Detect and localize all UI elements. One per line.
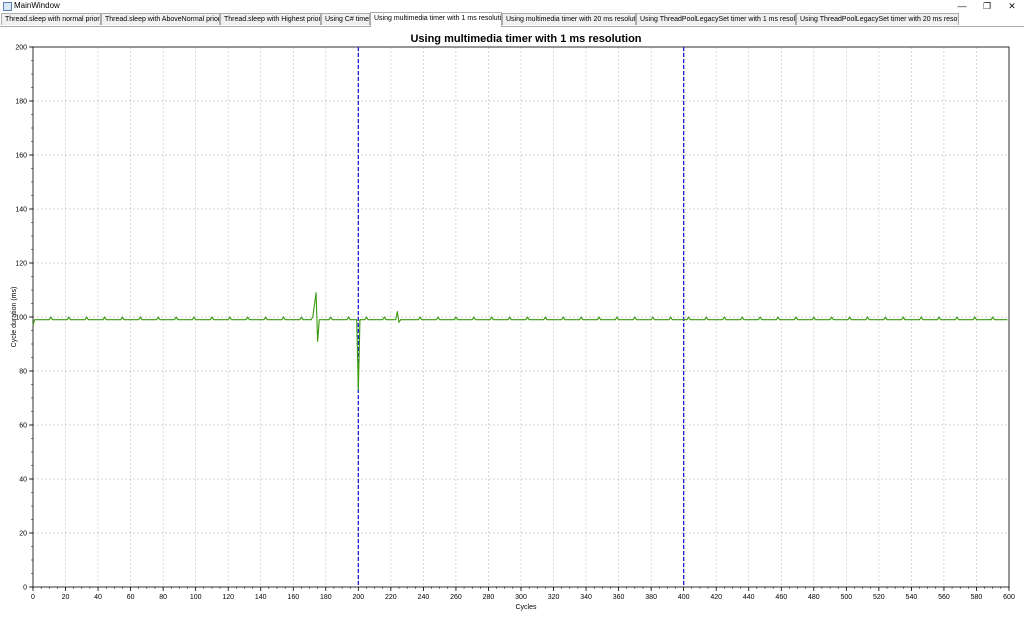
x-tick-label: 340 — [580, 594, 592, 601]
axes — [29, 46, 1010, 591]
maximize-icon[interactable]: ❐ — [975, 0, 999, 12]
x-tick-label: 100 — [190, 594, 202, 601]
x-tick-label: 0 — [31, 594, 35, 601]
series-line — [32, 292, 1008, 391]
series-group — [32, 292, 1008, 391]
x-tick-label: 200 — [352, 594, 364, 601]
line-chart[interactable]: Using multimedia timer with 1 ms resolut… — [0, 27, 1024, 618]
y-tick-label: 20 — [19, 531, 27, 538]
y-tick-label: 120 — [15, 261, 27, 268]
x-tick-label: 160 — [287, 594, 299, 601]
y-axis-label: Cycle duration (ms) — [11, 287, 18, 348]
x-tick-label: 520 — [873, 594, 885, 601]
x-tick-labels: 0 20 40 60 80 100 120 140 160 180 200 220 240 260 280 3… — [31, 594, 1015, 601]
tab-strip: Thread.sleep with normal priority Thread… — [0, 12, 1024, 27]
y-tick-label: 80 — [19, 369, 27, 376]
tab-multimedia-1ms[interactable]: Using multimedia timer with 1 ms resolut… — [370, 12, 502, 27]
y-tick-label: 160 — [15, 153, 27, 160]
grid-lines — [33, 46, 1010, 587]
x-axis-label: Cycles — [515, 604, 537, 611]
x-tick-label: 260 — [450, 594, 462, 601]
tab-thread-sleep-normal[interactable]: Thread.sleep with normal priority — [1, 13, 101, 25]
x-tick-label: 120 — [222, 594, 234, 601]
x-tick-label: 140 — [255, 594, 267, 601]
x-tick-label: 180 — [320, 594, 332, 601]
y-tick-label: 40 — [19, 477, 27, 484]
minimize-icon[interactable]: — — [950, 0, 974, 12]
tab-threadpool-20ms[interactable]: Using ThreadPoolLegacySet timer with 20 … — [796, 13, 959, 25]
chart-area: Using multimedia timer with 1 ms resolut… — [0, 27, 1024, 618]
x-tick-label: 380 — [645, 594, 657, 601]
x-tick-label: 60 — [127, 594, 135, 601]
x-tick-label: 500 — [840, 594, 852, 601]
chart-title: Using multimedia timer with 1 ms resolut… — [410, 33, 641, 45]
y-tick-label: 140 — [15, 207, 27, 214]
x-tick-label: 460 — [775, 594, 787, 601]
tab-thread-sleep-highest[interactable]: Thread.sleep with Highest priority — [220, 13, 321, 25]
x-tick-label: 300 — [515, 594, 527, 601]
y-tick-label: 60 — [19, 423, 27, 430]
x-tick-label: 320 — [548, 594, 560, 601]
x-tick-label: 40 — [94, 594, 102, 601]
x-tick-label: 400 — [678, 594, 690, 601]
x-tick-label: 600 — [1003, 594, 1015, 601]
x-tick-label: 360 — [613, 594, 625, 601]
x-tick-label: 480 — [808, 594, 820, 601]
tab-multimedia-20ms[interactable]: Using multimedia timer with 20 ms resolu… — [502, 13, 636, 25]
y-tick-label: 0 — [23, 585, 27, 592]
x-tick-label: 580 — [971, 594, 983, 601]
x-tick-label: 80 — [159, 594, 167, 601]
x-tick-label: 540 — [906, 594, 918, 601]
x-tick-label: 560 — [938, 594, 950, 601]
tab-thread-sleep-abovenormal[interactable]: Thread.sleep with AboveNormal priority — [101, 13, 220, 25]
x-tick-label: 20 — [62, 594, 70, 601]
y-tick-label: 200 — [15, 45, 27, 52]
tab-threadpool-1ms[interactable]: Using ThreadPoolLegacySet timer with 1 m… — [636, 13, 796, 25]
x-tick-label: 440 — [743, 594, 755, 601]
x-tick-label: 280 — [483, 594, 495, 601]
x-tick-label: 220 — [385, 594, 397, 601]
tab-csharp-timer[interactable]: Using C# timer — [321, 13, 370, 25]
y-tick-label: 180 — [15, 99, 27, 106]
window-title: MainWindow — [14, 1, 60, 10]
app-icon — [3, 2, 12, 11]
x-tick-label: 420 — [710, 594, 722, 601]
x-tick-label: 240 — [418, 594, 430, 601]
close-icon[interactable]: ✕ — [1000, 0, 1024, 12]
